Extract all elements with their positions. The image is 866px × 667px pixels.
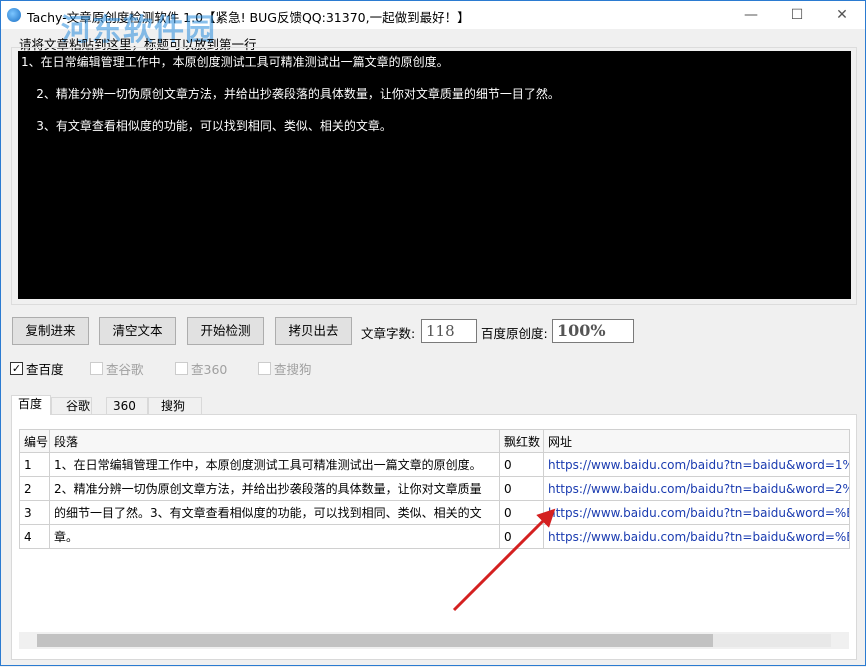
tab-baidu[interactable]: 百度 [11,395,51,415]
annotation-arrow-icon [452,508,556,612]
